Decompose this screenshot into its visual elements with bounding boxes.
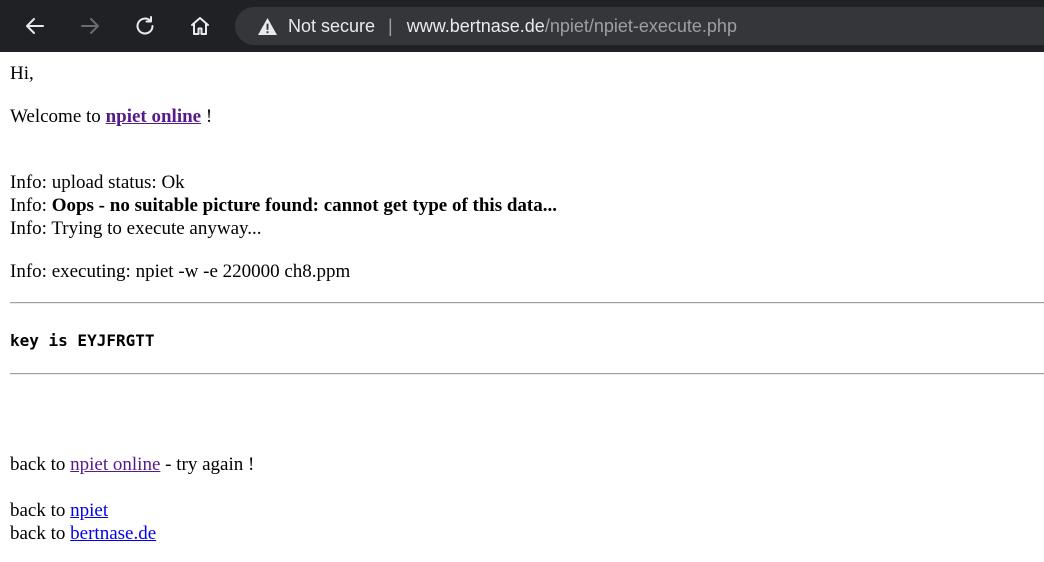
arrow-left-icon <box>26 18 44 34</box>
browser-toolbar: Not secure | www.bertnase.de/npiet/npiet… <box>0 0 1044 52</box>
home-button[interactable] <box>182 8 218 44</box>
reload-icon <box>136 16 154 35</box>
address-separator: | <box>388 15 393 36</box>
back-button[interactable] <box>17 8 53 44</box>
info-label: Info: <box>10 218 52 239</box>
back-npiet-online-link[interactable]: npiet online <box>70 454 160 475</box>
welcome-line: Welcome to npiet online ! <box>10 105 212 128</box>
info-label: Info: <box>10 172 52 193</box>
welcome-suffix: ! <box>201 106 213 127</box>
greeting: Hi, <box>10 63 34 84</box>
info-trying-line: Info: Trying to execute anyway... <box>10 217 262 240</box>
info-error-line: Info: Oops - no suitable picture found: … <box>10 194 557 217</box>
back-online-line: back to npiet online - try again ! <box>10 453 254 476</box>
welcome-prefix: Welcome to <box>10 106 106 127</box>
back-npiet-link[interactable]: npiet <box>70 500 108 521</box>
info-label: Info: <box>10 261 52 282</box>
divider-top <box>10 302 1044 304</box>
back-prefix: back to <box>10 500 71 521</box>
info-error-message: Oops - no suitable picture found: cannot… <box>51 195 557 216</box>
arrow-right-icon <box>81 18 99 34</box>
back-prefix: back to <box>10 523 71 544</box>
address-bar[interactable]: Not secure | www.bertnase.de/npiet/npiet… <box>235 7 1044 45</box>
back-online-suffix: - try again ! <box>160 454 255 475</box>
url-path[interactable]: /npiet/npiet-execute.php <box>545 16 737 37</box>
divider-bottom <box>10 373 1044 375</box>
info-upload-status: upload status: Ok <box>51 172 185 193</box>
home-icon <box>191 17 209 35</box>
back-site-line: back to bertnase.de <box>10 522 156 545</box>
back-npiet-line: back to npiet <box>10 499 108 522</box>
back-prefix: back to <box>10 454 71 475</box>
warning-icon[interactable] <box>257 17 278 36</box>
program-output: key is EYJFRGTT <box>10 331 155 350</box>
forward-button[interactable] <box>72 8 108 44</box>
info-trying-message: Trying to execute anyway... <box>51 218 262 239</box>
info-executing-command: executing: npiet -w -e 220000 ch8.ppm <box>51 261 351 282</box>
url-host[interactable]: www.bertnase.de <box>407 16 545 37</box>
security-status[interactable]: Not secure <box>288 16 375 37</box>
info-upload-line: Info: upload status: Ok <box>10 171 185 194</box>
info-label: Info: <box>10 195 52 216</box>
npiet-online-link[interactable]: npiet online <box>106 106 202 127</box>
back-bertnase-link[interactable]: bertnase.de <box>70 523 156 544</box>
reload-button[interactable] <box>127 8 163 44</box>
info-executing-line: Info: executing: npiet -w -e 220000 ch8.… <box>10 260 350 283</box>
